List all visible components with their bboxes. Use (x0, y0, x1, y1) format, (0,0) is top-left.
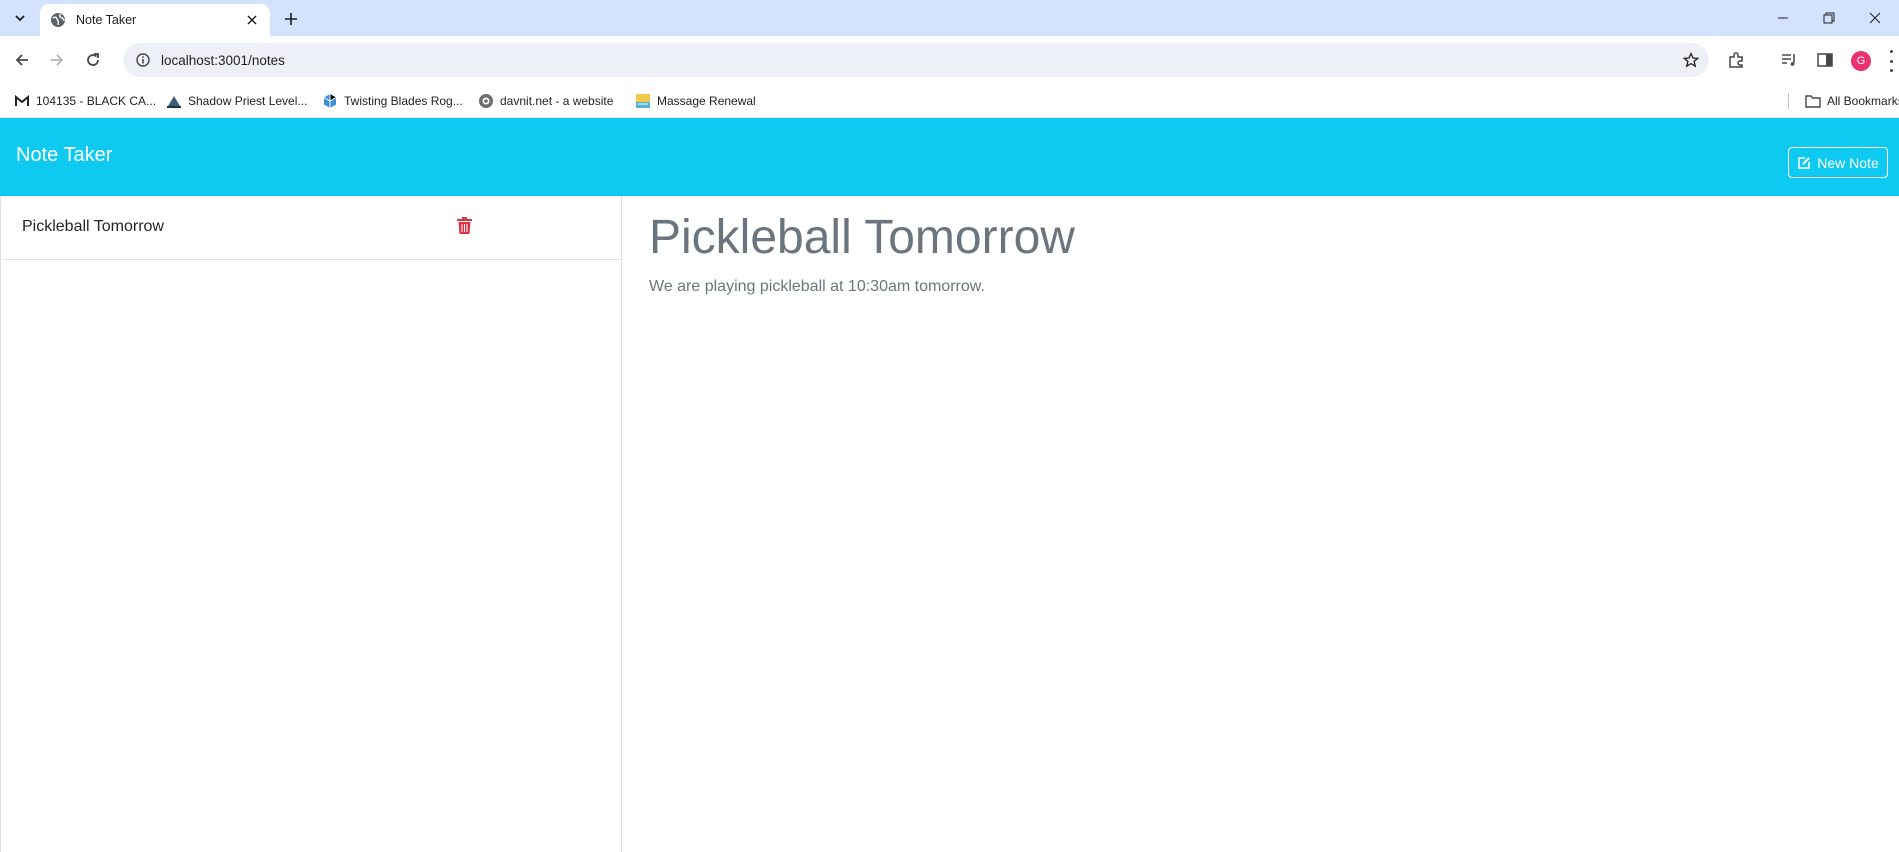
media-controls-icon[interactable] (1775, 46, 1803, 74)
note-text-field[interactable]: We are playing pickleball at 10:30am tom… (649, 278, 985, 296)
side-panel-icon[interactable] (1811, 46, 1839, 74)
all-bookmarks-item[interactable]: All Bookmarks (1805, 91, 1899, 111)
reload-icon[interactable] (77, 44, 109, 76)
site-info-icon[interactable] (125, 53, 161, 67)
restore-window-icon[interactable] (1806, 0, 1852, 36)
minimize-window-icon[interactable] (1760, 0, 1806, 36)
bookmark-label: Twisting Blades Rog... (344, 94, 463, 108)
back-arrow-icon[interactable] (6, 44, 38, 76)
massage-renewal-icon (635, 93, 651, 109)
bookmarks-bar: 104135 - BLACK CA... Shadow Priest Level… (0, 84, 1899, 118)
browser-tabstrip: Note Taker (0, 0, 1899, 36)
extensions-puzzle-icon[interactable] (1722, 46, 1750, 74)
davnit-icon (478, 93, 494, 109)
bookmark-item[interactable]: Shadow Priest Level... (166, 91, 307, 111)
bookmark-item[interactable]: davnit.net - a website (478, 91, 613, 111)
shadow-priest-icon (166, 93, 182, 109)
folder-icon (1805, 93, 1821, 109)
browser-toolbar: localhost:3001/notes G (0, 36, 1899, 84)
bookmark-item[interactable]: 104135 - BLACK CA... (14, 91, 156, 111)
note-list: Pickleball Tomorrow (0, 196, 622, 852)
new-note-label: New Note (1817, 154, 1879, 171)
bookmark-star-icon[interactable] (1673, 52, 1709, 68)
all-bookmarks-label: All Bookmarks (1827, 94, 1899, 108)
tab-title: Note Taker (76, 13, 137, 27)
bookmark-item[interactable]: Twisting Blades Rog... (322, 91, 463, 111)
bookmark-label: davnit.net - a website (500, 94, 614, 108)
list-item[interactable]: Pickleball Tomorrow (3, 196, 621, 260)
browser-menu-icon[interactable] (1886, 50, 1896, 72)
globe-icon (50, 12, 66, 28)
new-note-button[interactable]: New Note (1788, 147, 1888, 178)
bookmark-item[interactable]: Massage Renewal (635, 91, 756, 111)
gmail-icon (14, 93, 30, 109)
twisting-blades-icon (322, 93, 338, 109)
trash-icon[interactable] (456, 216, 472, 234)
browser-tab-active[interactable]: Note Taker (40, 4, 270, 36)
app-brand[interactable]: Note Taker (16, 144, 112, 167)
bookmark-label: Massage Renewal (657, 94, 756, 108)
profile-avatar[interactable]: G (1851, 51, 1871, 71)
tab-search-chevron-icon[interactable] (6, 6, 34, 30)
forward-arrow-icon[interactable] (41, 44, 73, 76)
bookmark-label: Shadow Priest Level... (188, 94, 308, 108)
note-list-title[interactable]: Pickleball Tomorrow (22, 218, 164, 236)
app-navbar: Note Taker New Note (0, 118, 1899, 196)
bookmark-label: 104135 - BLACK CA... (36, 94, 157, 108)
close-window-icon[interactable] (1852, 0, 1898, 36)
url-text[interactable]: localhost:3001/notes (161, 53, 1673, 68)
address-bar[interactable]: localhost:3001/notes (123, 43, 1709, 77)
bookmarks-divider (1788, 93, 1789, 109)
pencil-square-icon (1797, 156, 1811, 170)
note-title-field[interactable]: Pickleball Tomorrow (649, 210, 1075, 265)
new-tab-plus-icon[interactable] (280, 8, 302, 30)
note-view: Pickleball Tomorrow We are playing pickl… (622, 196, 1899, 852)
tab-close-icon[interactable] (244, 12, 260, 28)
